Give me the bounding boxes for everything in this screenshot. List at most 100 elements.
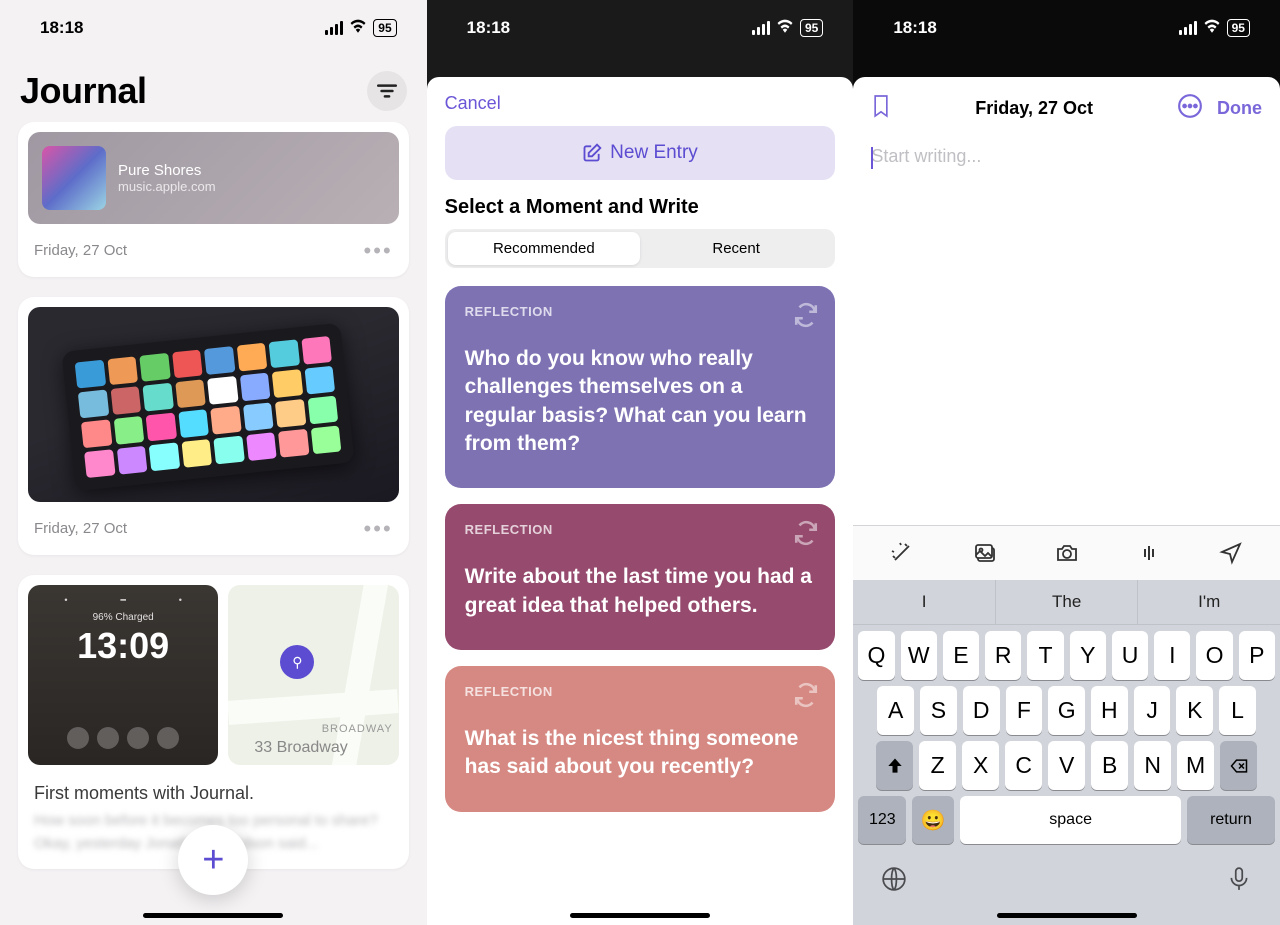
key-u[interactable]: U <box>1112 631 1148 680</box>
key-s[interactable]: S <box>920 686 957 735</box>
status-time: 18:18 <box>893 18 936 38</box>
music-attachment: Pure Shores music.apple.com <box>28 132 399 224</box>
lock-time-label: 13:09 <box>38 625 208 667</box>
reflection-prompt[interactable]: REFLECTION Write about the last time you… <box>445 504 836 650</box>
key-n[interactable]: N <box>1134 741 1171 790</box>
backspace-key[interactable] <box>1220 741 1257 790</box>
text-editor[interactable]: Start writing... <box>853 140 1280 525</box>
key-i[interactable]: I <box>1154 631 1190 680</box>
key-z[interactable]: Z <box>919 741 956 790</box>
music-title: Pure Shores <box>118 162 216 179</box>
reflection-prompt[interactable]: REFLECTION What is the nicest thing some… <box>445 666 836 812</box>
suggestion[interactable]: The <box>996 580 1139 624</box>
refresh-icon[interactable] <box>793 520 819 551</box>
more-icon[interactable]: ••• <box>364 523 393 534</box>
dictation-key[interactable] <box>1226 866 1252 897</box>
status-time: 18:18 <box>40 18 83 38</box>
segment-recent[interactable]: Recent <box>640 232 832 265</box>
segment-control: Recommended Recent <box>445 229 836 268</box>
key-f[interactable]: F <box>1006 686 1043 735</box>
map-pin-icon: ⚲ <box>280 645 314 679</box>
done-button[interactable]: Done <box>1217 98 1262 119</box>
location-icon[interactable] <box>1216 540 1246 566</box>
key-h[interactable]: H <box>1091 686 1128 735</box>
battery-indicator: 95 <box>373 19 396 37</box>
suggestion-bar: I The I'm <box>853 580 1280 625</box>
home-indicator[interactable] <box>997 913 1137 918</box>
audio-icon[interactable] <box>1134 540 1164 566</box>
map-attachment: ⚲ BROADWAY 33 Broadway <box>228 585 398 765</box>
key-d[interactable]: D <box>963 686 1000 735</box>
key-b[interactable]: B <box>1091 741 1128 790</box>
entry-card-photo[interactable]: Friday, 27 Oct ••• <box>18 297 409 555</box>
music-source: music.apple.com <box>118 179 216 194</box>
filter-button[interactable] <box>367 71 407 111</box>
battery-indicator: 95 <box>1227 19 1250 37</box>
compose-icon <box>582 143 602 163</box>
key-v[interactable]: V <box>1048 741 1085 790</box>
refresh-icon[interactable] <box>793 302 819 333</box>
more-icon[interactable]: ••• <box>364 245 393 256</box>
wifi-icon <box>776 18 794 38</box>
key-x[interactable]: X <box>962 741 999 790</box>
magic-icon[interactable] <box>887 540 917 566</box>
entry-date: Friday, 27 Oct <box>34 520 127 537</box>
home-indicator[interactable] <box>143 913 283 918</box>
key-g[interactable]: G <box>1048 686 1085 735</box>
prompt-text: Who do you know who really challenges th… <box>465 345 816 458</box>
signal-icon <box>325 21 343 35</box>
numeric-key[interactable]: 123 <box>858 796 906 844</box>
key-t[interactable]: T <box>1027 631 1063 680</box>
key-a[interactable]: A <box>877 686 914 735</box>
key-l[interactable]: L <box>1219 686 1256 735</box>
key-k[interactable]: K <box>1176 686 1213 735</box>
new-entry-label: New Entry <box>610 142 698 164</box>
space-key[interactable]: space <box>960 796 1181 844</box>
status-time: 18:18 <box>467 18 510 38</box>
section-title: Select a Moment and Write <box>445 196 836 219</box>
prompt-text: Write about the last time you had a grea… <box>465 563 816 620</box>
reflection-prompt[interactable]: REFLECTION Who do you know who really ch… <box>445 286 836 488</box>
new-entry-fab[interactable]: + <box>178 825 248 895</box>
cancel-button[interactable]: Cancel <box>445 93 836 114</box>
emoji-key[interactable]: 😀 <box>912 796 954 844</box>
refresh-icon[interactable] <box>793 682 819 713</box>
key-c[interactable]: C <box>1005 741 1042 790</box>
editor-toolbar <box>853 525 1280 580</box>
key-o[interactable]: O <box>1196 631 1232 680</box>
suggestion[interactable]: I'm <box>1138 580 1280 624</box>
key-w[interactable]: W <box>901 631 937 680</box>
key-m[interactable]: M <box>1177 741 1214 790</box>
segment-recommended[interactable]: Recommended <box>448 232 640 265</box>
camera-icon[interactable] <box>1052 540 1082 566</box>
return-key[interactable]: return <box>1187 796 1275 844</box>
map-road-label: BROADWAY <box>322 723 393 735</box>
status-bar: 18:18 95 <box>853 0 1280 55</box>
key-j[interactable]: J <box>1134 686 1171 735</box>
prompt-text: What is the nicest thing someone has sai… <box>465 725 816 782</box>
key-r[interactable]: R <box>985 631 1021 680</box>
entry-date-title: Friday, 27 Oct <box>905 98 1163 119</box>
key-e[interactable]: E <box>943 631 979 680</box>
wifi-icon <box>1203 18 1221 38</box>
key-y[interactable]: Y <box>1070 631 1106 680</box>
home-indicator[interactable] <box>570 913 710 918</box>
globe-key[interactable] <box>881 866 907 897</box>
new-entry-button[interactable]: New Entry <box>445 126 836 180</box>
map-address-label: 33 Broadway <box>254 739 347 757</box>
prompt-tag: REFLECTION <box>465 304 816 319</box>
battery-indicator: 95 <box>800 19 823 37</box>
shift-key[interactable] <box>876 741 913 790</box>
prompt-tag: REFLECTION <box>465 684 816 699</box>
suggestion[interactable]: I <box>853 580 996 624</box>
photos-icon[interactable] <box>970 540 1000 566</box>
screenshot-attachment: •━• 96% Charged 13:09 <box>28 585 218 765</box>
entry-title: First moments with Journal. <box>18 765 409 810</box>
keyboard: I The I'm QWERTYUIOP ASDFGHJKL ZXCVBNM 1… <box>853 580 1280 925</box>
journal-home-screen: 18:18 95 Journal Pure Shores music.apple… <box>0 0 427 925</box>
key-p[interactable]: P <box>1239 631 1275 680</box>
more-button[interactable] <box>1177 93 1203 124</box>
entry-card-music[interactable]: Pure Shores music.apple.com Friday, 27 O… <box>18 122 409 277</box>
key-q[interactable]: Q <box>858 631 894 680</box>
bookmark-button[interactable] <box>871 93 891 124</box>
